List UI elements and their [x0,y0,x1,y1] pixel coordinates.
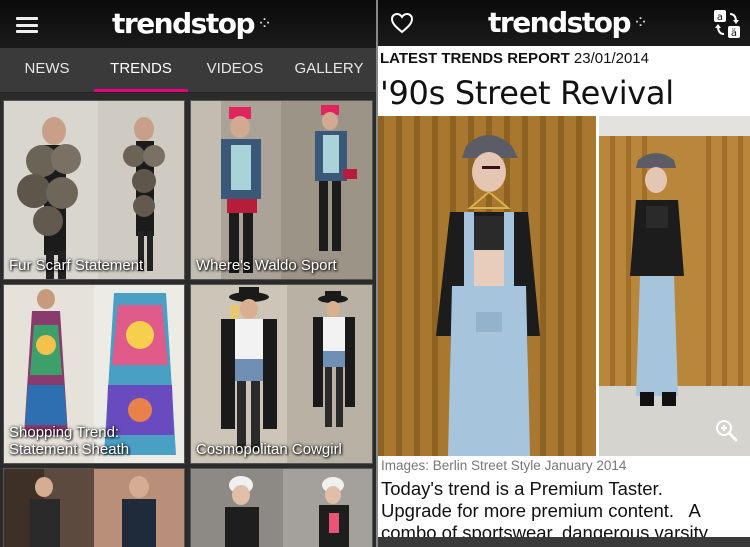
section-tabs: NEWS TRENDS VIDEOS GALLERY [0,48,376,93]
trends-screen: trendstop ⁘ NEWS TRENDS VIDEOS GALLERY F… [0,0,376,547]
menu-icon[interactable] [16,17,38,33]
tile-caption: Shopping Trend: Statement Sheath [9,424,130,458]
tile-caption: Where's Waldo Sport [196,257,337,274]
app-logo: trendstop ⁘ [112,7,272,40]
trend-tile[interactable]: Shopping Trend: Statement Sheath [3,284,185,464]
tab-news[interactable]: NEWS [0,48,94,92]
trend-image [4,101,184,279]
body-line: Today's trend is a Premium Taster. [381,478,663,499]
app-logo: trendstop ⁘ [488,6,648,39]
tab-videos[interactable]: VIDEOS [188,48,282,92]
top-bar: trendstop ⁘ [0,0,376,48]
report-date: 23/01/2014 [573,50,649,67]
article-body: Today's trend is a Premium Taster. Upgra… [381,478,745,544]
zoom-in-icon[interactable] [714,418,738,442]
top-bar: trendstop ⁘ a ä [378,0,750,46]
body-line: Upgrade for more premium content. A [381,500,701,521]
screenshot: trendstop ⁘ NEWS TRENDS VIDEOS GALLERY F… [0,0,750,547]
translate-icon[interactable]: a ä [712,8,742,40]
svg-text:ä: ä [731,28,737,39]
tab-trends[interactable]: TRENDS [94,48,188,92]
tab-gallery[interactable]: GALLERY [282,48,376,92]
svg-text:a: a [717,12,723,23]
trend-tile[interactable] [190,468,373,547]
street-style-photo [378,116,750,456]
trend-tile[interactable]: Fur Scarf Statement [3,100,185,280]
tile-caption: Fur Scarf Statement [9,257,144,274]
report-heading: LATEST TRENDS REPORT 23/01/2014 [380,50,649,67]
article-screen: trendstop ⁘ a ä LATEST TRENDS REPORT 23/0… [376,0,750,547]
trend-image [191,101,372,279]
trend-tile[interactable]: Where's Waldo Sport [190,100,373,280]
article-image[interactable] [378,116,750,456]
heart-icon[interactable] [390,12,414,34]
trend-tile[interactable]: Cosmopolitan Cowgirl [190,284,373,464]
trend-image [4,469,184,547]
trend-tile[interactable] [3,468,185,547]
image-credit: Images: Berlin Street Style January 2014 [381,458,627,473]
trend-image [191,285,372,463]
tile-caption: Cosmopolitan Cowgirl [196,441,342,458]
bottom-edge [378,537,750,547]
page-title: '90s Street Revival [380,74,674,112]
trend-image [191,469,372,547]
